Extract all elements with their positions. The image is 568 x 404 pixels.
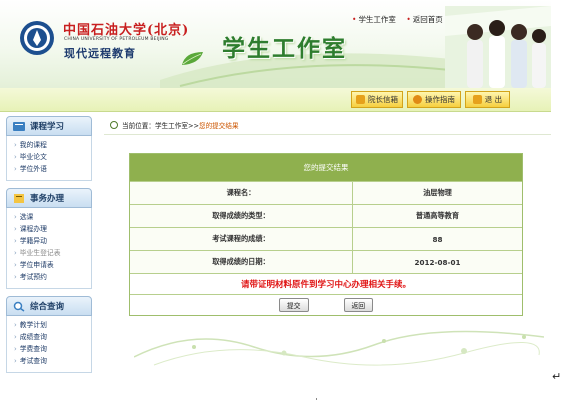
sidebar-item[interactable]: 选课 [7, 211, 91, 223]
book-icon [13, 121, 25, 131]
logo-subtitle: 现代远程教育 [64, 47, 136, 60]
logout-button[interactable]: 退 出 [465, 91, 510, 108]
result-label: 考试课程的成绩： [130, 228, 353, 250]
result-label: 取得成绩的日期： [130, 251, 353, 273]
sidebar-item[interactable]: 成绩查询 [7, 331, 91, 343]
text-cursor-icon: ↵ [552, 370, 562, 383]
result-title: 您的提交结果 [130, 154, 522, 181]
floral-decoration [134, 330, 544, 366]
result-row: 取得成绩的日期： 2012-08-01 [130, 250, 522, 273]
site-header: 中国石油大学(北京) CHINA UNIVERSITY OF PETROLEUM… [0, 0, 551, 89]
sidebar-item[interactable]: 课程办理 [7, 223, 91, 235]
document-icon [14, 193, 24, 203]
sidebar-section-title: 事务办理 [30, 194, 65, 204]
location-icon [110, 121, 118, 129]
breadcrumb-prefix: 当前位置：学生工作室 [122, 122, 188, 130]
magnifier-icon [13, 301, 25, 312]
form-actions: 提交 返回 [130, 294, 522, 315]
top-links: • 学生工作室 • 返回首页 [352, 14, 451, 25]
sidebar-list: 我的课程 毕业论文 学位外语 [6, 136, 92, 181]
students-photo [445, 6, 551, 88]
breadcrumb-divider [104, 134, 551, 135]
clock-icon [413, 95, 422, 104]
sidebar-list: 选课 课程办理 学籍异动 毕业生登记表 学位申请表 考试预约 [6, 208, 92, 289]
toolbar-strip: 院长信箱 操作指南 退 出 [0, 88, 551, 112]
sidebar: 课程学习 我的课程 毕业论文 学位外语 事务办理 选课 课程办理 学籍异动 毕业… [6, 112, 92, 377]
sidebar-section-affairs[interactable]: 事务办理 [6, 188, 92, 208]
sidebar-item[interactable]: 毕业生登记表 [7, 247, 91, 259]
sidebar-list: 教学计划 成绩查询 学费查询 考试查询 [6, 316, 92, 373]
sidebar-item[interactable]: 学籍异动 [7, 235, 91, 247]
top-link-student-studio[interactable]: • 学生工作室 [352, 15, 396, 24]
logout-label: 退 出 [484, 95, 503, 104]
result-row: 取得成绩的类型： 普通高等教育 [130, 204, 522, 227]
breadcrumb-separator: >> [187, 122, 199, 130]
top-link-label: 返回首页 [412, 15, 443, 24]
logo-english-name: CHINA UNIVERSITY OF PETROLEUM BEIJING [64, 37, 169, 42]
sidebar-section-query[interactable]: 综合查询 [6, 296, 92, 316]
result-value: 2012-08-01 [353, 251, 522, 273]
operation-guide-label: 操作指南 [425, 95, 455, 104]
main-content: 当前位置：学生工作室>>您的提交结果 您的提交结果 课程名： 油层物理 取得成绩… [104, 112, 551, 377]
sidebar-item[interactable]: 考试查询 [7, 355, 91, 367]
result-label: 取得成绩的类型： [130, 205, 353, 227]
page-title: 学生工作室 [222, 36, 347, 62]
top-link-home[interactable]: • 返回首页 [406, 15, 442, 24]
exit-icon [472, 95, 482, 104]
sidebar-item[interactable]: 学费查询 [7, 343, 91, 355]
top-link-label: 学生工作室 [358, 15, 396, 24]
result-row: 课程名： 油层物理 [130, 181, 522, 204]
mailbox-icon [356, 95, 365, 104]
breadcrumb: 当前位置：学生工作室>>您的提交结果 [110, 120, 239, 130]
result-panel: 您的提交结果 课程名： 油层物理 取得成绩的类型： 普通高等教育 考试课程的成绩… [129, 153, 523, 316]
result-value: 油层物理 [353, 182, 522, 204]
sidebar-section-title: 课程学习 [30, 122, 65, 132]
sidebar-item[interactable]: 教学计划 [7, 319, 91, 331]
notice-message: 请带证明材料原件到学习中心办理相关手续。 [130, 273, 522, 294]
sidebar-section-title: 综合查询 [30, 302, 65, 312]
result-label: 课程名： [130, 182, 353, 204]
principal-mailbox-button[interactable]: 院长信箱 [351, 91, 403, 108]
sidebar-item[interactable]: 学位外语 [7, 163, 91, 175]
operation-guide-button[interactable]: 操作指南 [407, 91, 461, 108]
sidebar-item[interactable]: 毕业论文 [7, 151, 91, 163]
submit-button[interactable]: 提交 [278, 298, 309, 312]
leaf-icon [182, 52, 203, 65]
sidebar-item[interactable]: 我的课程 [7, 139, 91, 151]
result-value: 普通高等教育 [353, 205, 522, 227]
result-row: 考试课程的成绩： 88 [130, 227, 522, 250]
principal-mailbox-label: 院长信箱 [368, 95, 398, 104]
result-value: 88 [353, 228, 522, 250]
back-button[interactable]: 返回 [343, 298, 374, 312]
breadcrumb-current: 您的提交结果 [199, 122, 239, 130]
sidebar-item[interactable]: 学位申请表 [7, 259, 91, 271]
university-seal-icon [20, 21, 54, 55]
sidebar-section-course-study[interactable]: 课程学习 [6, 116, 92, 136]
sidebar-item[interactable]: 考试预约 [7, 271, 91, 283]
dot-mark [316, 398, 317, 400]
